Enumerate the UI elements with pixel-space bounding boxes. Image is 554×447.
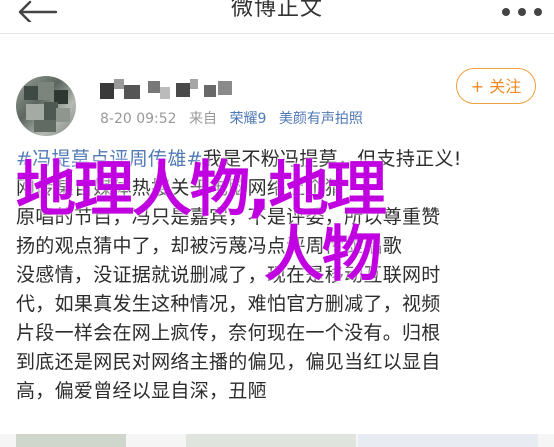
post-image-thumb[interactable] [358, 434, 538, 447]
post-line: 片段一样会在网上疯传，奈何现在一个没有。归根 [16, 322, 441, 344]
post-line: 代，如果真发生这种情况，难怕官方删减了，视频 [16, 293, 441, 315]
post-line: 到底还是网民对网络主播的偏见，偏见当红以显自 [16, 351, 441, 373]
source-prefix: 来自 [189, 111, 218, 127]
avatar[interactable] [16, 76, 76, 136]
source-device-1[interactable]: 荣耀9 [229, 111, 266, 127]
post-image-thumb[interactable] [186, 434, 356, 447]
page-title: 微博正文 [230, 0, 323, 21]
source-device-2[interactable]: 美颜有声拍照 [279, 111, 363, 127]
watermark-text: 人物 [264, 220, 382, 290]
author-name-blurred[interactable] [100, 77, 240, 103]
watermark-text: 地理人物,地理 [16, 155, 387, 225]
follow-button[interactable]: + 关注 [456, 68, 536, 104]
post-time: 8-20 09:52 [100, 111, 177, 127]
more-dots-icon[interactable] [494, 4, 548, 20]
post-image-thumb[interactable] [16, 434, 126, 447]
post-line: 高，偏爱曾经以显自深，丑陋 [16, 380, 267, 402]
post-meta: 8-20 09:52 来自 荣耀9 美颜有声拍照 [100, 108, 371, 128]
header-divider [0, 33, 554, 34]
